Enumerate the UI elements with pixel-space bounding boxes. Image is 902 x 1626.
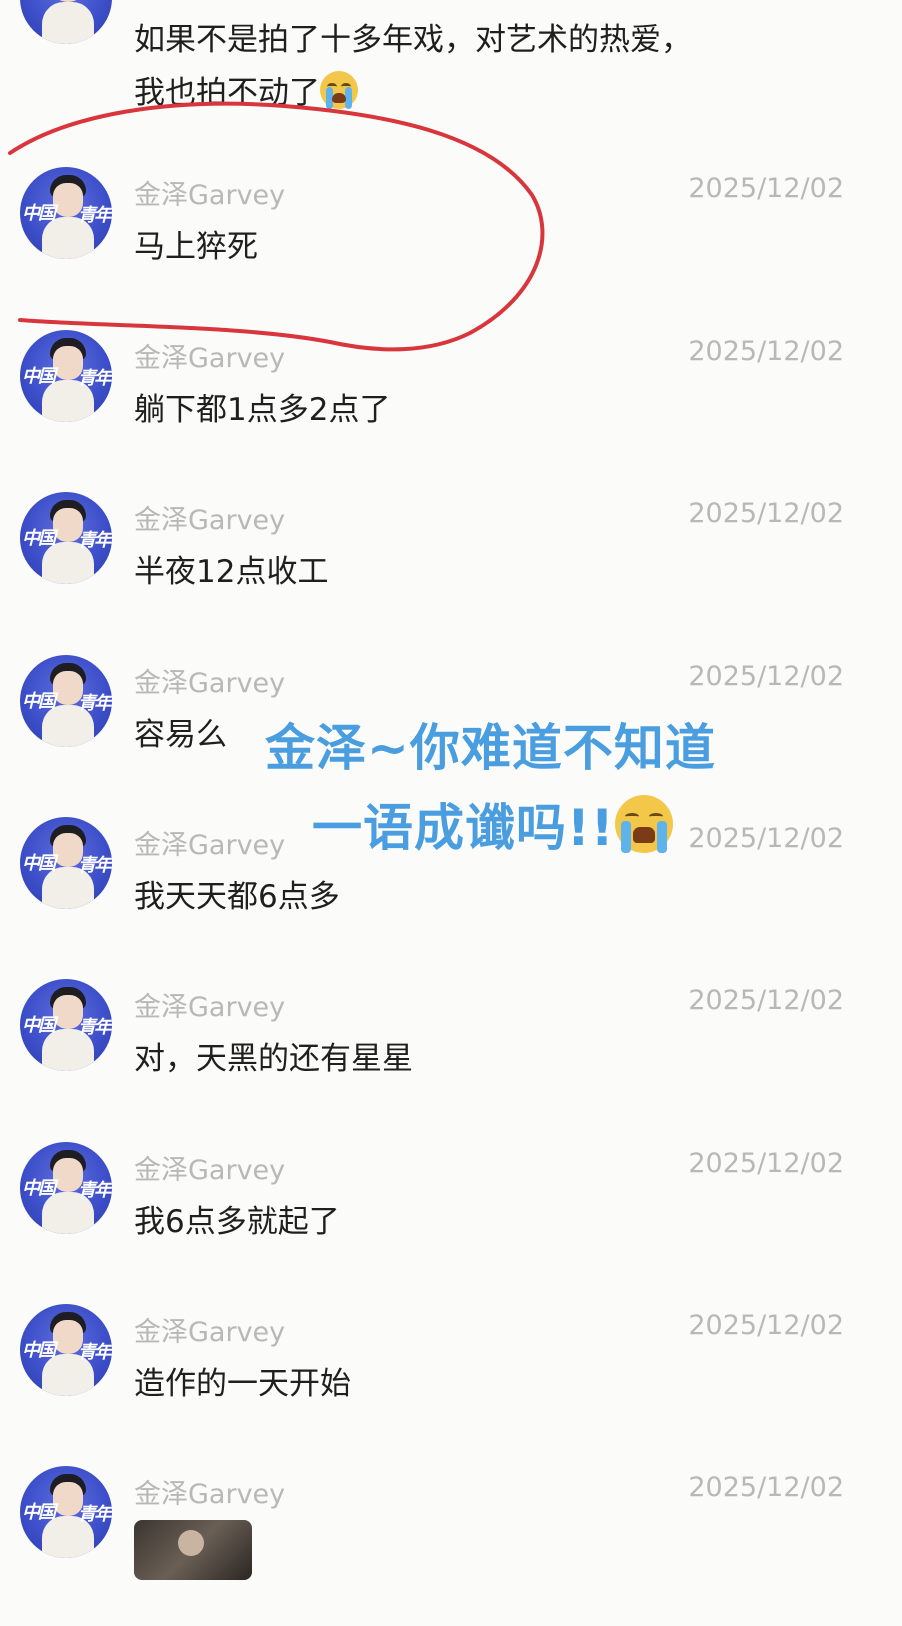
message-text: 我6点多就起了 (134, 1204, 340, 1240)
overlay-caption-line2: 一语成谶吗!! (312, 788, 673, 860)
message-timestamp: 2025/12/02 (688, 1310, 844, 1341)
sender-name[interactable]: 金泽Garvey (134, 823, 285, 862)
sender-name[interactable]: 金泽Garvey (134, 336, 285, 375)
message-row: 中国 青年 金泽Garvey 2025/12/02 马上猝死 (0, 167, 902, 327)
sender-name[interactable]: 金泽Garvey (134, 985, 285, 1024)
message-timestamp: 2025/12/02 (688, 173, 844, 204)
message-row: 中国 青年 金泽Garvey 2025/12/02 躺下都1点多2点了 (0, 330, 902, 490)
sender-name[interactable]: 金泽Garvey (134, 1472, 285, 1511)
message-row-partial: 如果不是拍了十多年戏，对艺术的热爱， 我也拍不动了 (0, 0, 902, 112)
avatar[interactable]: 中国 青年 (20, 1304, 112, 1396)
avatar[interactable]: 中国 青年 (20, 492, 112, 584)
sender-name[interactable]: 金泽Garvey (134, 661, 285, 700)
avatar[interactable] (20, 0, 112, 44)
message-text: 如果不是拍了十多年戏，对艺术的热爱， 我也拍不动了 (134, 22, 692, 111)
sender-name[interactable]: 金泽Garvey (134, 498, 285, 537)
message-row: 中国 青年 金泽Garvey 2025/12/02 (0, 1466, 902, 1626)
message-text: 马上猝死 (134, 229, 258, 265)
message-timestamp: 2025/12/02 (688, 1148, 844, 1179)
sender-name[interactable]: 金泽Garvey (134, 173, 285, 212)
sender-name[interactable]: 金泽Garvey (134, 1310, 285, 1349)
avatar[interactable]: 中国 青年 (20, 1142, 112, 1234)
loudly-crying-face-icon (614, 795, 673, 853)
message-timestamp: 2025/12/02 (688, 985, 844, 1016)
message-text: 半夜12点收工 (134, 554, 329, 590)
avatar[interactable]: 中国 青年 (20, 330, 112, 422)
message-timestamp: 2025/12/02 (688, 661, 844, 692)
message-timestamp: 2025/12/02 (688, 498, 844, 529)
avatar[interactable]: 中国 青年 (20, 817, 112, 909)
avatar[interactable]: 中国 青年 (20, 167, 112, 259)
message-text: 容易么 (134, 717, 227, 753)
message-timestamp: 2025/12/02 (688, 823, 844, 854)
overlay-caption-line1: 金泽~你难道不知道 (265, 719, 716, 777)
message-text: 造作的一天开始 (134, 1366, 351, 1402)
loudly-crying-face-icon (320, 71, 358, 109)
avatar[interactable]: 中国 青年 (20, 979, 112, 1071)
message-text: 对，天黑的还有星星 (134, 1041, 413, 1077)
message-text: 躺下都1点多2点了 (134, 392, 391, 428)
message-timestamp: 2025/12/02 (688, 336, 844, 367)
message-row: 中国 青年 金泽Garvey 2025/12/02 造作的一天开始 (0, 1304, 902, 1464)
message-timestamp: 2025/12/02 (688, 1472, 844, 1503)
message-row: 中国 青年 金泽Garvey 2025/12/02 我6点多就起了 (0, 1142, 902, 1302)
sender-name[interactable]: 金泽Garvey (134, 1148, 285, 1187)
message-row: 中国 青年 金泽Garvey 2025/12/02 对，天黑的还有星星 (0, 979, 902, 1139)
message-text: 我天天都6点多 (134, 879, 340, 915)
avatar[interactable]: 中国 青年 (20, 1466, 112, 1558)
message-row: 中国 青年 金泽Garvey 2025/12/02 半夜12点收工 (0, 492, 902, 652)
avatar[interactable]: 中国 青年 (20, 655, 112, 747)
image-thumbnail[interactable] (134, 1520, 252, 1580)
